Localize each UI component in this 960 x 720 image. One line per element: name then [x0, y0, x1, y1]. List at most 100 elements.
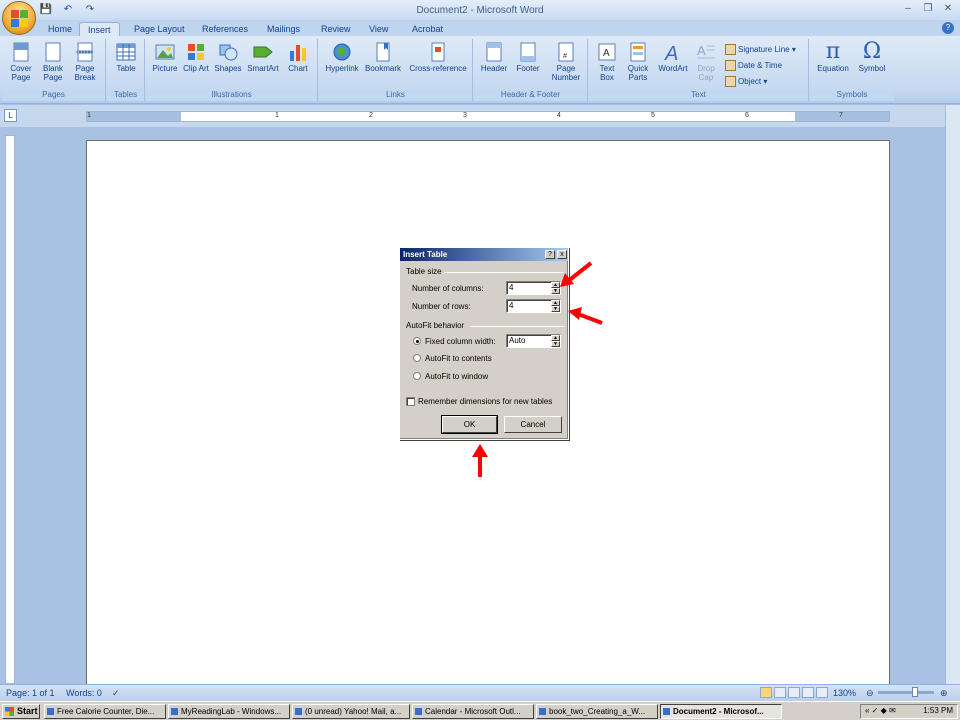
taskbar: Start Free Calorie Counter, Die... MyRea…	[0, 701, 960, 720]
cross-reference-button[interactable]: Cross-reference	[406, 41, 470, 73]
calendar-icon	[725, 60, 736, 72]
blank-page-icon	[45, 42, 61, 62]
rows-label: Number of rows:	[412, 302, 471, 311]
office-logo-icon	[11, 10, 28, 27]
page-break-icon	[76, 42, 94, 62]
autofit-window-label: AutoFit to window	[425, 372, 489, 381]
outline-icon[interactable]	[802, 687, 814, 698]
draft-icon[interactable]	[816, 687, 828, 698]
dialog-close-button[interactable]: x	[557, 250, 567, 259]
header-button[interactable]: Header	[477, 41, 511, 73]
wordart-button[interactable]: A WordArt	[655, 41, 691, 73]
zoom-slider-thumb[interactable]	[912, 687, 918, 697]
equation-button[interactable]: π Equation	[814, 39, 852, 74]
word-count[interactable]: Words: 0	[66, 688, 102, 698]
ruler-number: 4	[557, 112, 561, 119]
dialog-help-button[interactable]: ?	[545, 250, 555, 259]
print-layout-icon[interactable]	[760, 687, 772, 698]
quick-parts-button[interactable]: Quick Parts	[623, 41, 653, 82]
ruler-number: 1	[87, 112, 91, 119]
globe-icon	[333, 43, 351, 61]
zoom-level[interactable]: 130%	[833, 688, 856, 698]
zoom-out-icon[interactable]: ⊖	[866, 688, 874, 699]
taskbar-item-active[interactable]: Document2 - Microsof...	[660, 704, 782, 719]
office-button[interactable]	[2, 1, 36, 35]
fixed-width-radio[interactable]	[413, 337, 421, 345]
close-icon[interactable]: ✕	[940, 3, 956, 17]
title-bar: 💾 ↶ ↷ Document2 - Microsoft Word – ❐ ✕	[0, 0, 960, 22]
symbol-button[interactable]: Ω Symbol	[854, 41, 890, 74]
group-label-tables: Tables	[107, 90, 144, 101]
group-label-illustrations: Illustrations	[146, 90, 317, 101]
tab-selector[interactable]: L	[4, 109, 17, 122]
minimize-icon[interactable]: –	[900, 3, 916, 17]
group-pages: Cover Page Blank Page Page Break Pages	[2, 39, 106, 101]
bookmark-button[interactable]: Bookmark	[363, 41, 403, 73]
autofit-heading: AutoFit behavior	[406, 321, 465, 330]
taskbar-item[interactable]: MyReadingLab - Windows...	[168, 704, 290, 719]
hyperlink-button[interactable]: Hyperlink	[322, 41, 362, 73]
object-button[interactable]: Object ▾	[725, 75, 767, 89]
restore-icon[interactable]: ❐	[920, 3, 936, 17]
rows-value: 4	[509, 301, 514, 310]
text-box-button[interactable]: A Text Box	[592, 41, 622, 82]
picture-button[interactable]: Picture	[149, 41, 181, 73]
insert-table-dialog: Insert Table ? x Table size Number of co…	[399, 247, 569, 440]
columns-label: Number of columns:	[412, 284, 484, 293]
signature-line-button[interactable]: Signature Line ▾	[725, 43, 796, 57]
remember-dimensions-checkbox[interactable]	[406, 397, 415, 406]
blank-page-button[interactable]: Blank Page	[38, 41, 68, 82]
window-title: Document2 - Microsoft Word	[416, 5, 544, 16]
proofing-icon[interactable]: ✓	[112, 688, 120, 699]
horizontal-ruler[interactable]: 1 1 2 3 4 5 6 7	[86, 111, 890, 122]
zoom-in-icon[interactable]: ⊕	[940, 688, 948, 699]
cover-page-button[interactable]: Cover Page	[6, 41, 36, 82]
spin-down-icon[interactable]: ▼	[551, 341, 560, 347]
rows-spinner[interactable]: 4 ▲ ▼	[506, 299, 561, 313]
taskbar-item[interactable]: book_two_Creating_a_W...	[536, 704, 658, 719]
start-button[interactable]: Start	[2, 704, 40, 719]
zoom-slider[interactable]	[878, 691, 934, 694]
drop-cap-icon: A	[697, 43, 715, 59]
smartart-button[interactable]: SmartArt	[245, 41, 281, 73]
status-bar: Page: 1 of 1 Words: 0 ✓ 130% ⊖ ⊕	[0, 684, 960, 701]
taskbar-item[interactable]: (0 unread) Yahoo! Mail, a...	[292, 704, 410, 719]
autofit-window-radio[interactable]	[413, 372, 421, 380]
taskbar-item[interactable]: Calendar - Microsoft Outl...	[412, 704, 534, 719]
shapes-button[interactable]: Shapes	[212, 41, 244, 73]
ok-button[interactable]: OK	[441, 415, 498, 434]
tray-icons[interactable]: « ✓ ◆ ✉	[865, 706, 896, 715]
vertical-scrollbar[interactable]	[945, 105, 960, 684]
vertical-ruler[interactable]	[5, 135, 15, 684]
columns-spinner[interactable]: 4 ▲ ▼	[506, 281, 561, 295]
web-layout-icon[interactable]	[788, 687, 800, 698]
page-break-button[interactable]: Page Break	[70, 41, 100, 82]
svg-text:A: A	[697, 43, 706, 58]
picture-icon	[155, 44, 175, 60]
ruler-number: 1	[275, 112, 279, 119]
chart-button[interactable]: Chart	[283, 41, 313, 73]
table-icon	[116, 43, 136, 61]
drop-cap-button[interactable]: A Drop Cap	[691, 41, 721, 82]
cancel-button[interactable]: Cancel	[504, 416, 562, 433]
svg-text:A: A	[603, 48, 610, 59]
date-time-button[interactable]: Date & Time	[725, 59, 782, 73]
ribbon: Cover Page Blank Page Page Break Pages T…	[0, 36, 960, 104]
ruler-number: 7	[839, 112, 843, 119]
pi-icon: π	[825, 39, 841, 64]
clock: 1:53 PM	[923, 706, 953, 715]
clip-art-button[interactable]: Clip Art	[183, 41, 209, 73]
taskbar-item[interactable]: Free Calorie Counter, Die...	[44, 704, 166, 719]
fixed-width-label: Fixed column width:	[425, 337, 496, 346]
ruler-number: 2	[369, 112, 373, 119]
full-screen-reading-icon[interactable]	[774, 687, 786, 698]
page-count[interactable]: Page: 1 of 1	[6, 688, 55, 698]
help-icon[interactable]: ?	[942, 22, 954, 34]
spin-down-icon[interactable]: ▼	[551, 306, 560, 312]
table-button[interactable]: Table	[111, 41, 141, 73]
fixed-width-spinner[interactable]: Auto ▲ ▼	[506, 334, 561, 348]
group-label-symbols: Symbols	[810, 90, 894, 101]
page-number-button[interactable]: # Page Number	[546, 41, 586, 82]
autofit-contents-radio[interactable]	[413, 354, 421, 362]
footer-button[interactable]: Footer	[511, 41, 545, 73]
